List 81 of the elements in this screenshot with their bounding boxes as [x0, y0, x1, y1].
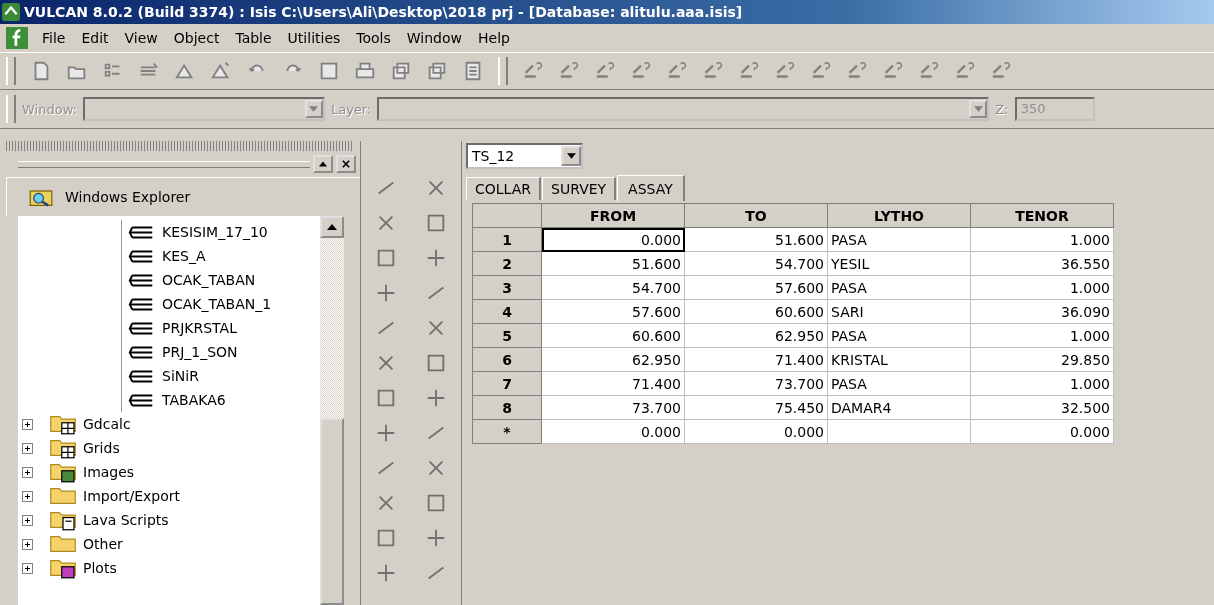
- row-header[interactable]: 5: [472, 323, 542, 348]
- table-cell: 0.000: [541, 227, 685, 252]
- tree-item[interactable]: Gdcalc: [83, 416, 131, 432]
- table-cell: 1.000: [970, 371, 1114, 396]
- row-header[interactable]: 3: [472, 275, 542, 300]
- explorer-title: Windows Explorer: [65, 189, 191, 205]
- tab[interactable]: ASSAY: [617, 175, 685, 201]
- table-cell: 62.950: [541, 347, 685, 372]
- table-cell: 32.500: [970, 395, 1114, 420]
- row-header[interactable]: *: [472, 419, 542, 444]
- row-header[interactable]: 4: [472, 299, 542, 324]
- tree-item[interactable]: Import/Export: [83, 488, 180, 504]
- table-cell: 57.600: [684, 275, 828, 300]
- row-header[interactable]: 8: [472, 395, 542, 420]
- table-cell: PASA: [827, 323, 971, 348]
- z-label: Z:: [995, 101, 1009, 117]
- tab[interactable]: SURVEY: [542, 177, 617, 200]
- table-cell: 60.600: [684, 299, 828, 324]
- table-cell: 57.600: [541, 299, 685, 324]
- hole-dropdown[interactable]: TS_12: [466, 143, 583, 169]
- table-cell: 1.000: [970, 323, 1114, 348]
- table-cell: 60.600: [541, 323, 685, 348]
- tree-item[interactable]: PRJKRSTAL: [162, 320, 237, 336]
- layer-label: Layer:: [330, 101, 372, 117]
- tree-item[interactable]: PRJ_1_SON: [162, 344, 238, 360]
- tree-item[interactable]: Grids: [83, 440, 120, 456]
- column-header[interactable]: LYTHO: [827, 203, 971, 228]
- row-header[interactable]: 7: [472, 371, 542, 396]
- table-cell: 0.000: [970, 419, 1114, 444]
- window-title: VULCAN 8.0.2 (Build 3374) : Isis C:\Users\Ali\Desktop\2018 prj - [Database: alitulu.aaa.isis]: [24, 4, 743, 20]
- row-header[interactable]: 6: [472, 347, 542, 372]
- table-cell: 36.090: [970, 299, 1114, 324]
- menu-item[interactable]: Object: [165, 30, 228, 46]
- table-cell: 0.000: [684, 419, 828, 444]
- table-cell: 51.600: [684, 227, 828, 252]
- menu-item[interactable]: Window: [398, 30, 470, 46]
- window-label: Window:: [22, 101, 77, 117]
- menu-item[interactable]: Table: [227, 30, 280, 46]
- column-header[interactable]: FROM: [541, 203, 685, 228]
- table-cell: 1.000: [970, 275, 1114, 300]
- table-cell: 73.700: [684, 371, 828, 396]
- menu-item[interactable]: Tools: [348, 30, 399, 46]
- table-cell: 54.700: [541, 275, 685, 300]
- table-cell: PASA: [827, 371, 971, 396]
- table-cell: 51.600: [541, 251, 685, 276]
- table-cell: 71.400: [684, 347, 828, 372]
- table-cell: PASA: [827, 227, 971, 252]
- column-header[interactable]: TENOR: [970, 203, 1114, 228]
- tree-item[interactable]: KESISIM_17_10: [162, 224, 268, 240]
- table-cell: 62.950: [684, 323, 828, 348]
- tree-item[interactable]: Plots: [83, 560, 117, 576]
- table-cell: 29.850: [970, 347, 1114, 372]
- table-cell: PASA: [827, 275, 971, 300]
- table-cell: DAMAR4: [827, 395, 971, 420]
- tree-item[interactable]: KES_A: [162, 248, 206, 264]
- table-cell: SARI: [827, 299, 971, 324]
- table-cell: 1.000: [970, 227, 1114, 252]
- column-header[interactable]: TO: [684, 203, 828, 228]
- table-cell: 71.400: [541, 371, 685, 396]
- table-cell: KRISTAL: [827, 347, 971, 372]
- table-cell: YESIL: [827, 251, 971, 276]
- menu-item[interactable]: Edit: [73, 30, 117, 46]
- table-cell: 0.000: [541, 419, 685, 444]
- table-cell: 36.550: [970, 251, 1114, 276]
- table-cell: 54.700: [684, 251, 828, 276]
- tree-item[interactable]: Other: [83, 536, 123, 552]
- menu-item[interactable]: View: [116, 30, 166, 46]
- menu-item[interactable]: Utilities: [279, 30, 349, 46]
- menu-item[interactable]: Help: [470, 30, 518, 46]
- table-cell: 75.450: [684, 395, 828, 420]
- tree-item[interactable]: Lava Scripts: [83, 512, 169, 528]
- tree-item[interactable]: SiNiR: [162, 368, 199, 384]
- tree-item[interactable]: OCAK_TABAN_1: [162, 296, 272, 312]
- menu-item[interactable]: File: [34, 30, 74, 46]
- tree-item[interactable]: Images: [83, 464, 135, 480]
- tab[interactable]: COLLAR: [466, 177, 542, 200]
- row-header[interactable]: 2: [472, 251, 542, 276]
- tree-item[interactable]: OCAK_TABAN: [162, 272, 256, 288]
- row-header[interactable]: 1: [472, 227, 542, 252]
- tree-item[interactable]: TABAKA6: [162, 392, 226, 408]
- table-cell: 73.700: [541, 395, 685, 420]
